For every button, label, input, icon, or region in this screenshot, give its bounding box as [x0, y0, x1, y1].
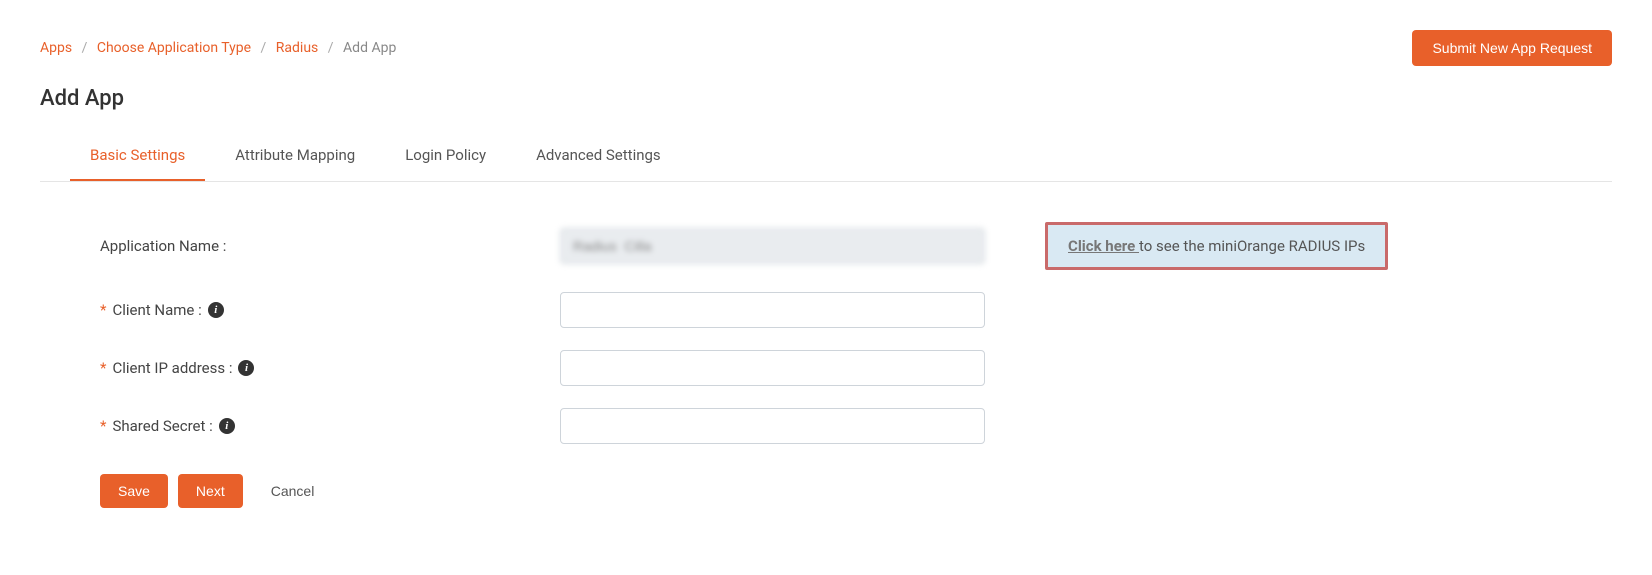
page-title: Add App — [10, 76, 1642, 131]
shared-secret-input[interactable] — [560, 408, 985, 444]
next-button[interactable]: Next — [178, 474, 243, 508]
info-icon[interactable]: i — [219, 418, 235, 434]
breadcrumb-separator: / — [82, 40, 88, 56]
cancel-button[interactable]: Cancel — [253, 474, 333, 508]
required-indicator: * — [100, 301, 106, 319]
main-panel: Apps / Choose Application Type / Radius … — [10, 10, 1642, 548]
tab-login-policy[interactable]: Login Policy — [385, 131, 506, 181]
label-shared-secret: * Shared Secret : i — [100, 417, 530, 435]
breadcrumb-link-radius[interactable]: Radius — [276, 40, 319, 56]
required-indicator: * — [100, 417, 106, 435]
click-here-link[interactable]: Click here — [1068, 237, 1139, 255]
tab-attribute-mapping[interactable]: Attribute Mapping — [215, 131, 375, 181]
breadcrumb: Apps / Choose Application Type / Radius … — [40, 40, 396, 56]
required-indicator: * — [100, 359, 106, 377]
label-client-ip: * Client IP address : i — [100, 359, 530, 377]
tab-basic-settings[interactable]: Basic Settings — [70, 131, 205, 181]
tab-bar: Basic Settings Attribute Mapping Login P… — [40, 131, 1612, 182]
tab-advanced-settings[interactable]: Advanced Settings — [516, 131, 681, 181]
submit-new-app-request-button[interactable]: Submit New App Request — [1412, 30, 1612, 66]
label-client-name: * Client Name : i — [100, 301, 530, 319]
radius-ips-info-box: Click here to see the miniOrange RADIUS … — [1045, 222, 1388, 270]
breadcrumb-current: Add App — [343, 40, 396, 56]
form-section: Application Name : Click here to see the… — [10, 182, 1642, 548]
info-icon[interactable]: i — [238, 360, 254, 376]
label-application-name: Application Name : — [100, 237, 530, 255]
breadcrumb-link-apps[interactable]: Apps — [40, 40, 72, 56]
client-ip-input[interactable] — [560, 350, 985, 386]
application-name-input — [560, 228, 985, 264]
info-icon[interactable]: i — [208, 302, 224, 318]
breadcrumb-link-choose-type[interactable]: Choose Application Type — [97, 40, 251, 56]
save-button[interactable]: Save — [100, 474, 168, 508]
breadcrumb-separator: / — [261, 40, 267, 56]
client-name-input[interactable] — [560, 292, 985, 328]
breadcrumb-separator: / — [328, 40, 334, 56]
info-box-text: to see the miniOrange RADIUS IPs — [1139, 237, 1365, 255]
